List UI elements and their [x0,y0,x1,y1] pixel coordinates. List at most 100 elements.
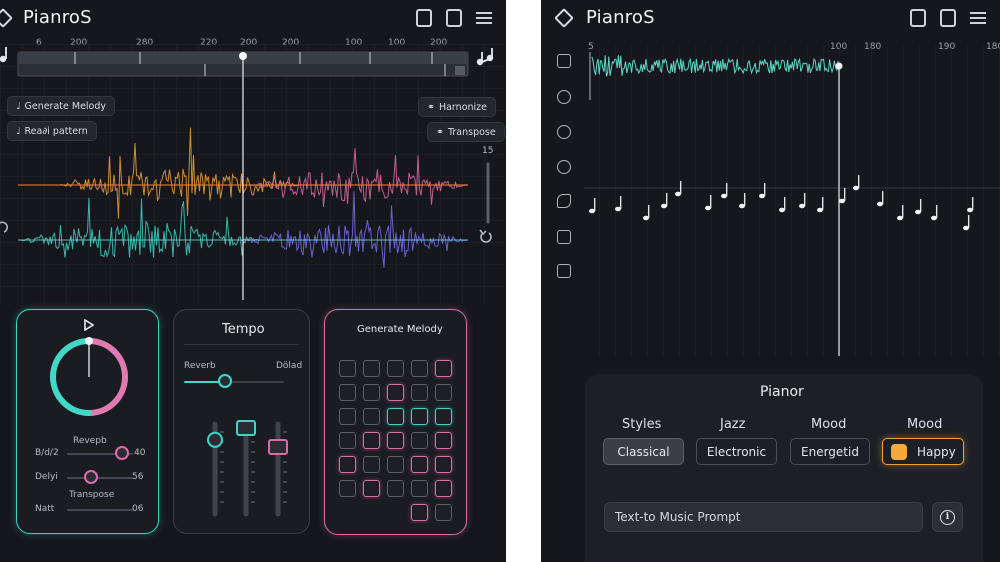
harmonize-chip[interactable]: ⚭ Harnonize [418,97,496,117]
fader-knob[interactable] [207,431,223,448]
sequencer-step[interactable] [411,432,428,449]
sequencer-step[interactable] [339,432,356,449]
timer-icon[interactable] [557,125,571,139]
clipboard-icon[interactable] [416,9,432,27]
sequencer-step[interactable] [435,504,452,521]
sequencer-step[interactable] [387,360,404,377]
chip-label: Generate Melody [24,100,107,112]
sequencer-step[interactable] [339,360,356,377]
sequencer-step[interactable] [387,456,404,473]
app-title: PianroS [23,7,92,28]
logo-icon [0,8,13,28]
sequencer-step[interactable] [411,456,428,473]
waveform-view[interactable] [0,44,506,304]
sequencer-step[interactable] [411,504,428,521]
sequencer-step[interactable] [363,360,380,377]
slider-label: B/d/2 [35,448,59,458]
transpose-chip[interactable]: ⚭ Transpose [427,122,505,142]
tempo-faders[interactable] [174,418,311,528]
edit-icon[interactable] [557,230,571,244]
slider-value: 40 [134,448,146,458]
sequencer-step[interactable] [363,456,380,473]
slider-track[interactable] [67,477,133,479]
slider-label: Delyi [35,472,58,482]
pill-label: Happy [917,444,956,459]
sequencer-step[interactable] [387,408,404,425]
tempo-card: Tempo Reverb Dölad [173,309,310,534]
fader-knob[interactable] [236,420,256,436]
logo-icon [554,8,574,28]
column-header: Styles [622,417,662,432]
sequencer-step[interactable] [339,384,356,401]
app-title: PianroS [586,7,655,28]
bag-icon[interactable] [940,9,956,27]
menu-icon[interactable] [476,9,492,27]
info-button[interactable]: i [932,502,963,532]
fader-knob[interactable] [268,439,288,455]
slider-knob[interactable] [115,446,129,460]
sequencer-step[interactable] [411,384,428,401]
piano-roll-view[interactable] [584,46,1000,356]
left-app-window: PianroS 6 200 280 220 200 200 100 100 20… [0,0,506,562]
sequencer-step[interactable] [363,384,380,401]
text-to-music-prompt-input[interactable]: Text-to Music Prompt [604,502,923,532]
side-value: 15 [482,146,494,156]
style-option-classical[interactable]: Classical [603,438,684,465]
reverb-value: Dölad [276,361,303,371]
column-header: Jazz [720,417,746,432]
toolbar-icons [910,9,986,27]
generate-melody-chip[interactable]: ♩ Generate Melody [7,96,116,116]
reverb-label: Revepb [73,436,107,446]
chip-label: Harnonize [438,101,487,113]
sequencer-step[interactable] [435,480,452,497]
sequencer-step[interactable] [435,384,452,401]
mood-option-happy[interactable]: Happy [882,438,964,465]
edit-icon[interactable] [557,264,571,278]
sequencer-step[interactable] [387,480,404,497]
sequencer-step[interactable] [435,456,452,473]
slider-value: 06 [132,504,144,514]
sequencer-step[interactable] [387,384,404,401]
sequencer-step[interactable] [435,408,452,425]
phone-icon[interactable] [557,194,571,208]
mood-option-energetic[interactable]: Energetid [790,438,870,465]
sequencer-step[interactable] [387,432,404,449]
sequencer-step[interactable] [435,432,452,449]
titlebar: PianroS [0,0,506,36]
sequencer-step[interactable] [411,480,428,497]
slider-value: 56 [132,472,144,482]
sequencer-step[interactable] [411,408,428,425]
grid-icon[interactable] [557,54,571,68]
chip-label: Transpose [447,126,496,138]
play-icon[interactable] [83,319,95,331]
clock-icon[interactable] [557,160,571,174]
menu-icon[interactable] [970,9,986,27]
step-sequencer-grid [339,360,459,530]
read-pattern-chip[interactable]: ♩ Rea∂i pattern [7,121,97,141]
generate-melody-card: Generate Melody [324,309,467,535]
style-option-electronic[interactable]: Electronic [696,438,777,465]
clipboard-icon[interactable] [910,9,926,27]
sequencer-step[interactable] [339,456,356,473]
sequencer-step[interactable] [411,360,428,377]
sequencer-step[interactable] [339,408,356,425]
sequencer-step[interactable] [363,480,380,497]
slider-knob[interactable] [84,470,98,484]
slider-track[interactable] [67,509,133,511]
slider-label: Natt [35,504,55,514]
wand-icon[interactable] [557,90,571,104]
transpose-label: Transpose [69,490,115,500]
sequencer-step[interactable] [363,408,380,425]
generator-title: Pianor [760,384,804,400]
sequencer-step[interactable] [435,360,452,377]
column-header: Mood [907,417,943,432]
toolbar-icons [416,9,492,27]
sequencer-step[interactable] [339,480,356,497]
reverb-slider-knob[interactable] [218,374,232,388]
music-note-icon: ♩ [16,125,21,137]
bag-icon[interactable] [446,9,462,27]
melody-card-title: Generate Melody [357,324,443,335]
master-knob[interactable] [44,332,134,422]
sequencer-step[interactable] [363,432,380,449]
titlebar: PianroS [541,0,1000,36]
